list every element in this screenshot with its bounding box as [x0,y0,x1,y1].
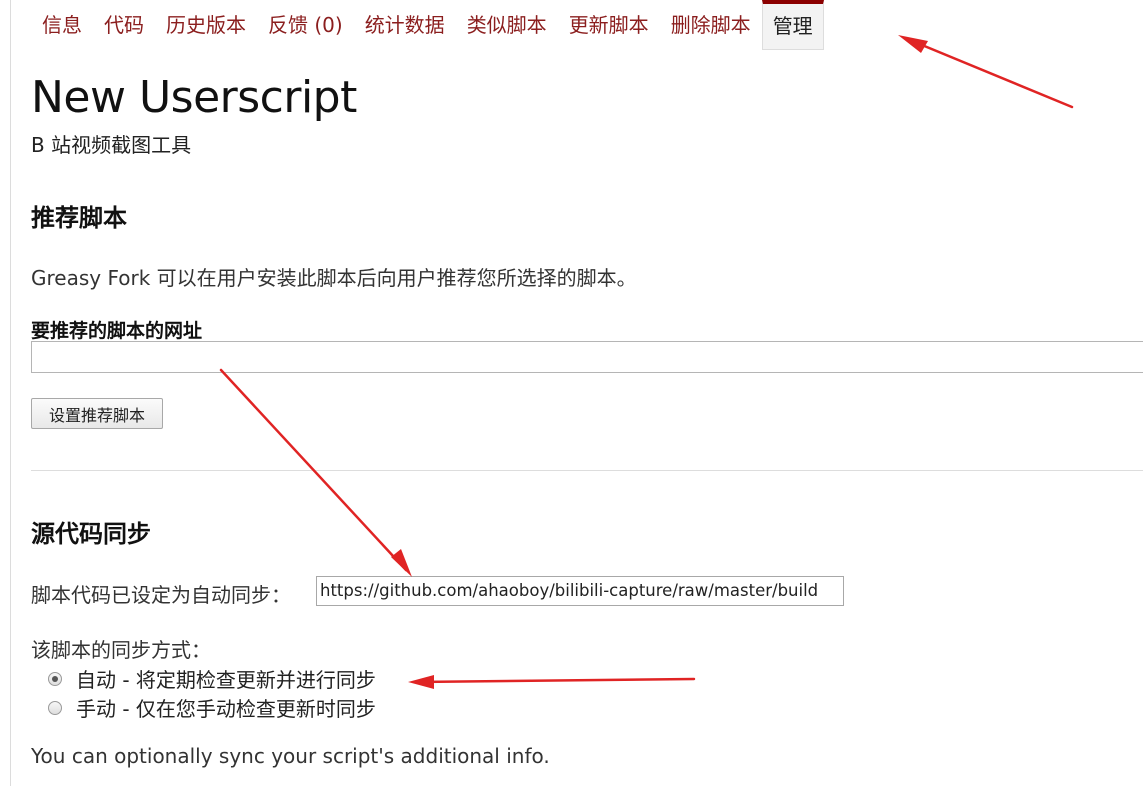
recommend-url-input[interactable] [31,341,1143,373]
sync-url-field[interactable]: https://github.com/ahaoboy/bilibili-capt… [316,576,844,606]
tab-similar[interactable]: 类似脚本 [456,0,558,50]
recommend-url-label: 要推荐的脚本的网址 [31,320,203,342]
annotation-arrowhead-admin [898,35,928,53]
annotation-arrow-admin [903,36,1074,109]
annotation-arrowhead-auto-option [408,675,434,689]
page: 信息 代码 历史版本 反馈 (0) 统计数据 类似脚本 更新脚本 删除脚本 管理… [0,0,1143,786]
tab-delete[interactable]: 删除脚本 [660,0,762,50]
radio-manual[interactable] [48,700,62,715]
additional-info-text: You can optionally sync your script's ad… [31,744,550,768]
page-title: New Userscript [31,72,357,123]
script-description: B 站视频截图工具 [31,133,192,157]
sync-heading: 源代码同步 [31,520,151,548]
left-border [10,0,11,786]
sync-option-manual-label: 手动 - 仅在您手动检查更新时同步 [76,697,376,721]
tab-update[interactable]: 更新脚本 [558,0,660,50]
tab-info[interactable]: 信息 [31,0,93,50]
sync-option-manual[interactable]: 手动 - 仅在您手动检查更新时同步 [48,693,376,722]
tab-feedback[interactable]: 反馈 (0) [257,0,354,50]
set-recommended-button[interactable]: 设置推荐脚本 [31,398,163,429]
sync-option-auto-label: 自动 - 将定期检查更新并进行同步 [76,668,376,692]
tab-stats[interactable]: 统计数据 [354,0,456,50]
radio-auto[interactable] [48,671,62,686]
recommend-heading: 推荐脚本 [31,204,127,232]
annotation-arrowhead-sync-url [391,549,412,577]
tab-code[interactable]: 代码 [93,0,155,50]
script-tabs: 信息 代码 历史版本 反馈 (0) 统计数据 类似脚本 更新脚本 删除脚本 管理 [31,0,824,50]
recommend-description: Greasy Fork 可以在用户安装此脚本后向用户推荐您所选择的脚本。 [31,266,637,290]
tab-admin[interactable]: 管理 [761,0,824,50]
sync-method-label: 该脚本的同步方式： [31,638,211,662]
section-divider [31,470,1143,471]
sync-auto-label: 脚本代码已设定为自动同步： [31,583,291,607]
annotation-arrow-auto-option [413,677,696,684]
sync-option-auto[interactable]: 自动 - 将定期检查更新并进行同步 [48,664,376,693]
tab-history[interactable]: 历史版本 [155,0,257,50]
sync-url-value: https://github.com/ahaoboy/bilibili-capt… [320,581,819,600]
